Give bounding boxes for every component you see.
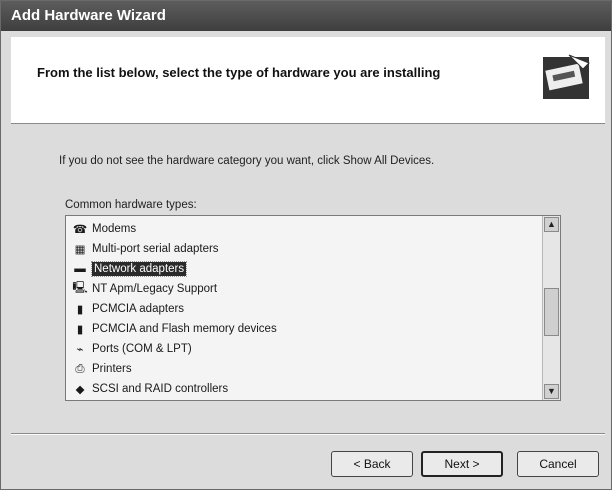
list-item[interactable]: ◆ SCSI and RAID controllers [66, 379, 542, 399]
list-item-label: Printers [92, 363, 132, 375]
serial-adapter-icon: ▦ [74, 244, 86, 256]
list-item-label: PCMCIA adapters [92, 303, 185, 315]
hardware-types-list: ☎ Modems ▦ Multi-port serial adapters ▬ Netwo… [66, 219, 542, 399]
list-item[interactable]: ▮ PCMCIA adapters [66, 299, 542, 319]
show-all-devices-hint: If you do not see the hardware category … [59, 155, 435, 167]
back-button[interactable]: < Back [331, 451, 413, 477]
hardware-wizard-icon [539, 49, 595, 105]
window-title: Add Hardware Wizard [1, 1, 611, 31]
scroll-down-button[interactable]: ▼ [544, 384, 559, 399]
footer-divider [11, 433, 605, 435]
computer-icon: 🖳 [72, 281, 88, 294]
list-item[interactable]: ▬ Network adapters [66, 259, 542, 279]
hardware-types-label: Common hardware types: [65, 199, 197, 211]
modem-icon: ☎ [72, 224, 88, 236]
printer-icon: ⎙ [75, 362, 85, 375]
list-item[interactable]: ▦ Multi-port serial adapters [66, 239, 542, 259]
port-icon: ⌁ [76, 344, 84, 356]
pcmcia-icon: ▮ [76, 304, 84, 316]
next-button[interactable]: Next > [421, 451, 503, 477]
list-item[interactable]: ⌁ Ports (COM & LPT) [66, 339, 542, 359]
scrollbar-thumb[interactable] [544, 288, 559, 336]
list-scrollbar[interactable]: ▲ ▼ [542, 216, 560, 400]
list-item-label: Network adapters [90, 261, 188, 277]
list-item[interactable]: ☎ Modems [66, 219, 542, 239]
cancel-button[interactable]: Cancel [517, 451, 599, 477]
hardware-types-listbox[interactable]: ☎ Modems ▦ Multi-port serial adapters ▬ Netwo… [65, 215, 561, 401]
list-item-label: PCMCIA and Flash memory devices [92, 323, 277, 335]
list-item[interactable]: 🖳 NT Apm/Legacy Support [66, 279, 542, 299]
list-item[interactable]: ⎙ Printers [66, 359, 542, 379]
network-adapter-icon: ▬ [74, 263, 86, 275]
scsi-icon: ◆ [75, 384, 85, 396]
list-item-label: Modems [92, 223, 137, 235]
list-item-label: NT Apm/Legacy Support [92, 283, 218, 295]
header-title: From the list below, select the type of … [37, 65, 441, 80]
flash-memory-icon: ▮ [76, 324, 84, 336]
list-item-label: Ports (COM & LPT) [92, 343, 192, 355]
wizard-header: From the list below, select the type of … [11, 37, 605, 124]
list-item-label: SCSI and RAID controllers [92, 383, 229, 395]
add-hardware-wizard-window: Add Hardware Wizard From the list below,… [0, 0, 612, 490]
scroll-up-button[interactable]: ▲ [544, 217, 559, 232]
list-item-label: Multi-port serial adapters [92, 243, 219, 255]
list-item[interactable]: ▮ PCMCIA and Flash memory devices [66, 319, 542, 339]
